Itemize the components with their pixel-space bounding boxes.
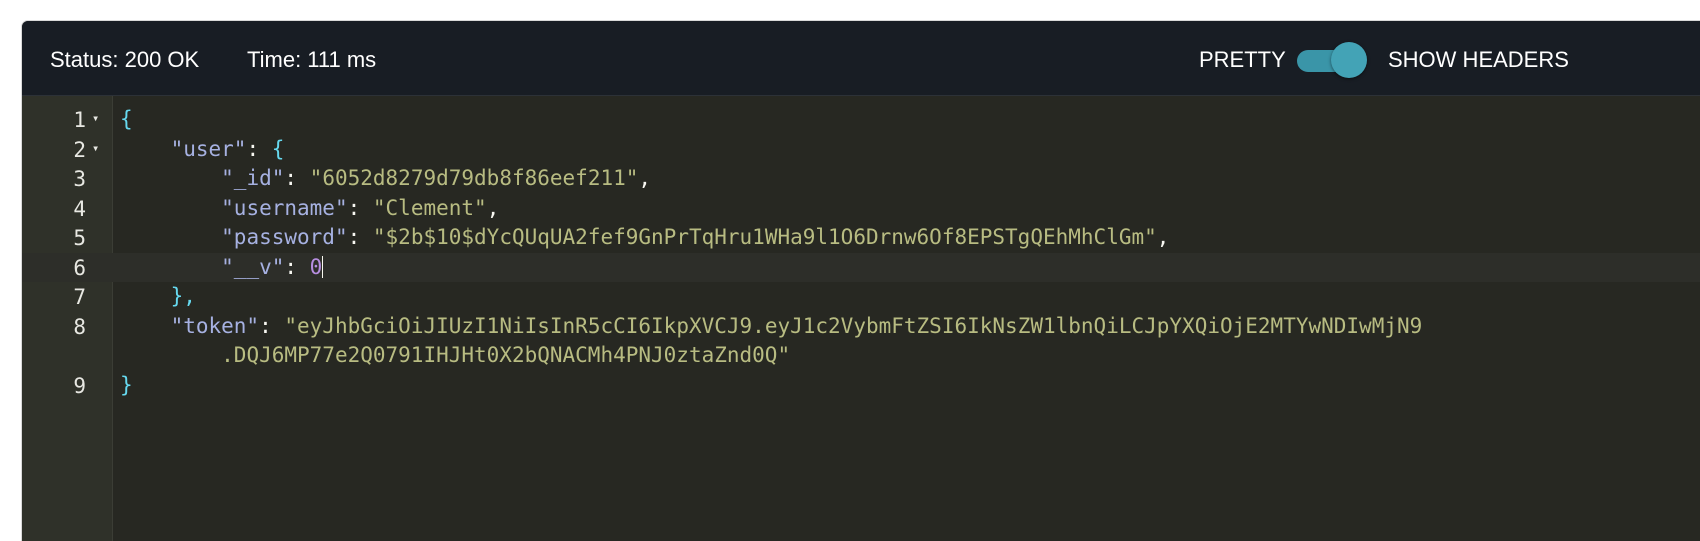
json-string: "$2b$10$dYcQUqUA2fef9GnPrTqHru1WHa9l1O6D… — [372, 225, 1157, 249]
line-number: 5 — [73, 226, 86, 250]
json-key: "password" — [221, 225, 348, 249]
json-key: "token" — [170, 313, 260, 338]
line-number: 1 — [73, 108, 86, 132]
json-string: "eyJhbGciOiJIUzI1NiIsInR5cCI6IkpXVCJ9.ey… — [284, 313, 1423, 338]
code-line: 5 "password": "$2b$10$dYcQUqUA2fef9GnPrT… — [22, 223, 1700, 253]
json-string: "Clement" — [372, 195, 487, 220]
line-number: 6 — [73, 255, 86, 280]
json-key: "__v" — [221, 254, 285, 279]
code-line: 8 "token": "eyJhbGciOiJIUzI1NiIsInR5cCI6… — [22, 312, 1700, 371]
line-number: 9 — [73, 373, 86, 398]
response-time-text: Time: 111 ms — [247, 47, 377, 72]
response-panel: Status: 200 OK Time: 111 ms PRETTY SHOW … — [22, 21, 1700, 541]
code-line: 1 ▾ { — [22, 105, 1700, 135]
line-number: 4 — [73, 196, 86, 221]
code-line: 7 }, — [22, 282, 1700, 312]
code-line: 3 "_id": "6052d8279d79db8f86eef211", — [22, 164, 1700, 194]
json-brace: { — [120, 107, 133, 131]
fold-arrow-icon[interactable]: ▾ — [92, 111, 99, 125]
code-line: 2 ▾ "user": { — [22, 135, 1700, 165]
toggle-knob — [1331, 42, 1367, 78]
status-text: Status: 200 OK — [50, 47, 200, 72]
line-number: 2 — [73, 137, 86, 162]
json-number: 0 — [309, 254, 323, 279]
json-brace: }, — [170, 284, 196, 308]
line-number: 3 — [73, 167, 86, 191]
fold-arrow-icon[interactable]: ▾ — [92, 141, 99, 155]
response-header: Status: 200 OK Time: 111 ms PRETTY SHOW … — [22, 21, 1700, 96]
pretty-toggle[interactable] — [1297, 41, 1367, 79]
json-key: "user" — [170, 136, 247, 161]
code-line: 9 } — [22, 371, 1700, 401]
json-string: "6052d8279d79db8f86eef211" — [309, 166, 639, 190]
json-string-continuation: .DQJ6MP77e2Q0791IHJHt0X2bQNACMh4PNJ0ztaZ… — [221, 343, 791, 367]
json-viewer[interactable]: 1 ▾ { 2 ▾ "user": { 3 "_id": "6052d8279d… — [22, 96, 1700, 541]
json-brace: } — [120, 372, 133, 397]
json-key: "username" — [221, 195, 348, 220]
code-line: 4 "username": "Clement", — [22, 194, 1700, 224]
pretty-label: PRETTY — [1199, 47, 1286, 72]
line-number: 7 — [73, 285, 86, 309]
json-key: "_id" — [221, 166, 285, 190]
line-number: 8 — [73, 314, 86, 339]
json-brace: { — [271, 136, 285, 161]
code-line-active: 6 "__v": 0 — [22, 252, 1700, 282]
show-headers-button[interactable]: SHOW HEADERS — [1388, 47, 1569, 73]
text-cursor — [322, 255, 324, 278]
